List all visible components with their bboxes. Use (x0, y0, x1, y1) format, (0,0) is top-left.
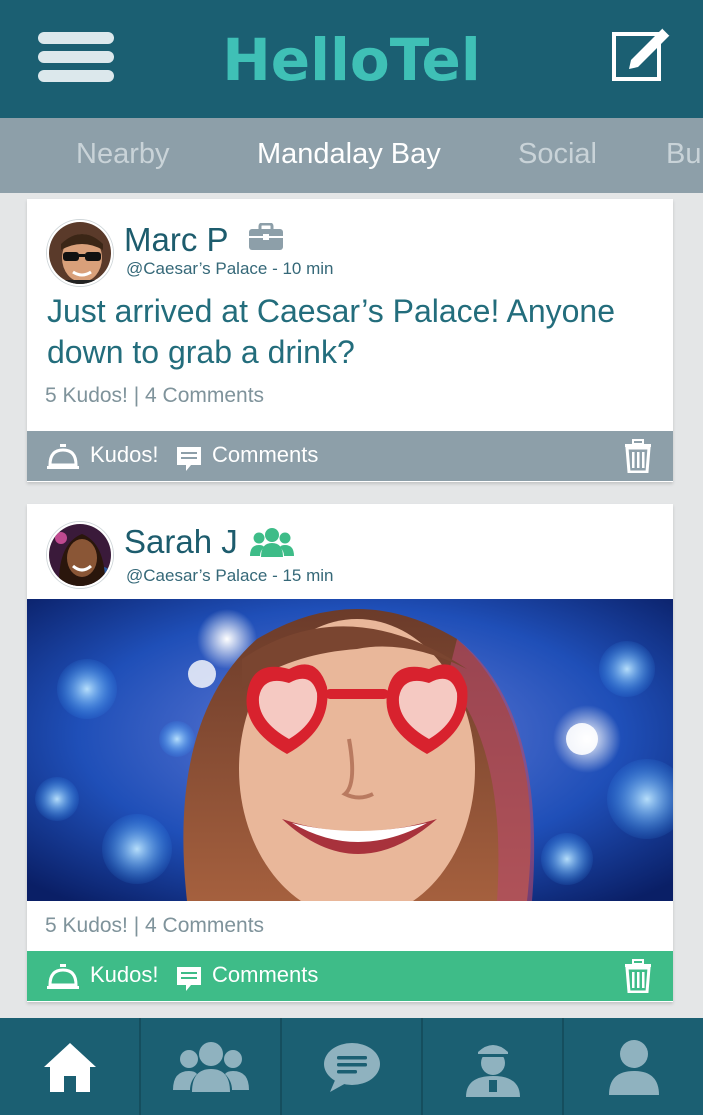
nav-home[interactable] (0, 1018, 139, 1115)
avatar[interactable] (47, 220, 113, 286)
profile-icon (608, 1039, 659, 1095)
nav-profile[interactable] (562, 1018, 703, 1115)
comment-icon[interactable] (175, 965, 203, 993)
tab-social[interactable]: Social (518, 138, 597, 171)
bell-icon[interactable] (45, 961, 81, 991)
bell-icon[interactable] (45, 441, 81, 471)
chat-bubble-icon (323, 1042, 380, 1092)
comments-button[interactable]: Comments (212, 442, 318, 468)
post-text: Just arrived at Caesar’s Palace! Anyone … (47, 293, 616, 370)
post-photo[interactable] (27, 599, 673, 901)
post-card: Sarah J @Caesar’s Palace - 15 min 5 Kudo… (27, 504, 673, 1002)
tab-nearby[interactable]: Nearby (76, 138, 170, 171)
group-icon (250, 528, 294, 557)
people-icon (172, 1041, 249, 1092)
comment-icon[interactable] (175, 445, 203, 473)
post-card: Marc P @Caesar’s Palace - 10 min Just ar… (27, 199, 673, 482)
concierge-icon (465, 1044, 520, 1097)
post-stats[interactable]: 5 Kudos! | 4 Comments (45, 384, 264, 408)
post-author[interactable]: Marc P (124, 221, 229, 259)
comments-button[interactable]: Comments (212, 962, 318, 988)
app-header: HelloTel (0, 0, 703, 118)
compose-icon[interactable] (611, 22, 673, 82)
briefcase-icon (249, 223, 283, 250)
post-author[interactable]: Sarah J (124, 523, 238, 561)
kudos-button[interactable]: Kudos! (90, 442, 159, 468)
nav-concierge[interactable] (421, 1018, 562, 1115)
post-location: @Caesar’s Palace - 10 min (126, 259, 334, 278)
post-action-bar: Kudos! Comments (27, 951, 673, 1001)
kudos-button[interactable]: Kudos! (90, 962, 159, 988)
post-location: @Caesar’s Palace - 15 min (126, 566, 334, 585)
trash-icon[interactable] (623, 959, 653, 993)
trash-icon[interactable] (623, 439, 653, 473)
tab-business[interactable]: Bu (666, 138, 701, 171)
post-action-bar: Kudos! Comments (27, 431, 673, 481)
tab-mandalay-bay[interactable]: Mandalay Bay (257, 138, 441, 171)
location-tabs: Nearby Mandalay Bay Social Bu (0, 118, 703, 193)
nav-people[interactable] (139, 1018, 280, 1115)
home-icon (43, 1042, 96, 1092)
nav-messages[interactable] (280, 1018, 421, 1115)
bottom-nav (0, 1018, 703, 1115)
app-logo: HelloTel (222, 26, 481, 94)
avatar[interactable] (47, 522, 113, 588)
post-stats[interactable]: 5 Kudos! | 4 Comments (45, 914, 264, 938)
